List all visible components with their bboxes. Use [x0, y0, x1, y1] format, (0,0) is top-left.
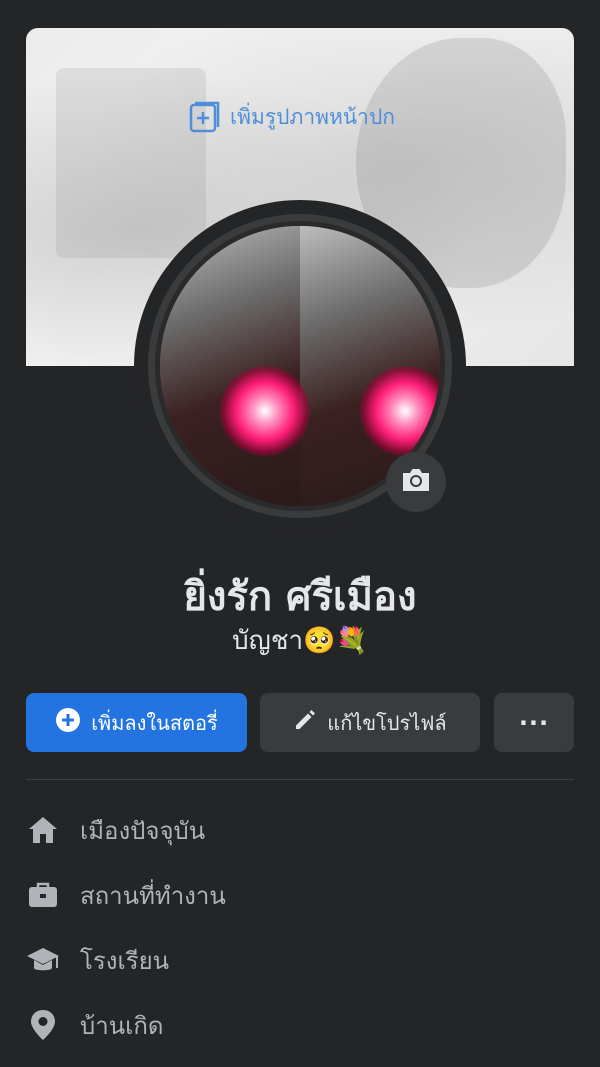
pencil-icon [293, 708, 317, 737]
plus-circle-icon [55, 707, 81, 738]
more-dots-icon: ··· [518, 708, 550, 737]
add-cover-photo-button[interactable]: เพิ่มรูปภาพหน้าปก [188, 100, 395, 134]
camera-icon [400, 466, 432, 498]
add-cover-photo-label: เพิ่มรูปภาพหน้าปก [230, 104, 395, 129]
detail-label: บ้านเกิด [80, 1011, 164, 1040]
detail-current-city[interactable]: เมืองปัจจุบัน [26, 805, 574, 855]
add-to-story-button[interactable]: เพิ่มลงในสตอรี่ [26, 693, 247, 752]
more-options-button[interactable]: ··· [494, 693, 574, 752]
heart-glow-left [220, 366, 310, 456]
home-icon [26, 813, 60, 847]
divider [26, 779, 574, 780]
detail-label: เมืองปัจจุบัน [80, 816, 206, 845]
change-profile-picture-button[interactable] [386, 452, 446, 512]
profile-bio: บัญชา🥺💐 [232, 626, 368, 656]
profile-picture-left-half [160, 226, 300, 506]
detail-label: สถานที่ทำงาน [80, 881, 226, 910]
detail-hometown[interactable]: บ้านเกิด [26, 1000, 574, 1050]
graduation-cap-icon [26, 943, 60, 977]
profile-page: เพิ่มรูปภาพหน้าปก ยิ่งรัก ศรีเมือง บัญชา… [0, 0, 600, 1067]
add-photo-icon [188, 100, 222, 134]
add-to-story-label: เพิ่มลงในสตอรี่ [91, 710, 218, 735]
profile-name: ยิ่งรัก ศรีเมือง [183, 574, 417, 620]
detail-workplace[interactable]: สถานที่ทำงาน [26, 870, 574, 920]
heart-glow-right [360, 366, 440, 456]
location-pin-icon [26, 1008, 60, 1042]
edit-profile-label: แก้ไขโปรไฟล์ [327, 710, 447, 735]
detail-label: โรงเรียน [80, 946, 170, 975]
edit-profile-button[interactable]: แก้ไขโปรไฟล์ [260, 693, 480, 752]
detail-school[interactable]: โรงเรียน [26, 935, 574, 985]
briefcase-icon [26, 878, 60, 912]
